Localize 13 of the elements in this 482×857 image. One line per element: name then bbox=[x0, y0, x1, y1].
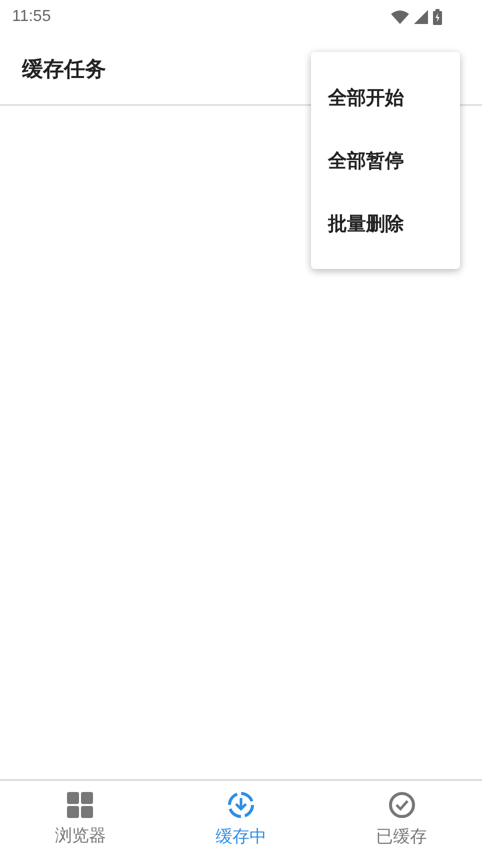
check-circle-icon bbox=[388, 790, 416, 818]
battery-icon bbox=[433, 9, 442, 25]
download-icon bbox=[227, 790, 255, 818]
menu-item[interactable]: 批量删除 bbox=[311, 192, 460, 255]
menu-item[interactable]: 全部暂停 bbox=[311, 129, 460, 192]
nav-tab[interactable]: 已缓存 bbox=[321, 781, 482, 857]
signal-icon bbox=[414, 10, 428, 24]
wifi-icon bbox=[391, 10, 409, 24]
grid-icon bbox=[67, 792, 94, 818]
nav-tab[interactable]: 浏览器 bbox=[0, 781, 161, 857]
status-time: 11:55 bbox=[12, 8, 51, 26]
menu-item[interactable]: 全部开始 bbox=[311, 66, 460, 129]
page-title: 缓存任务 bbox=[22, 56, 106, 83]
